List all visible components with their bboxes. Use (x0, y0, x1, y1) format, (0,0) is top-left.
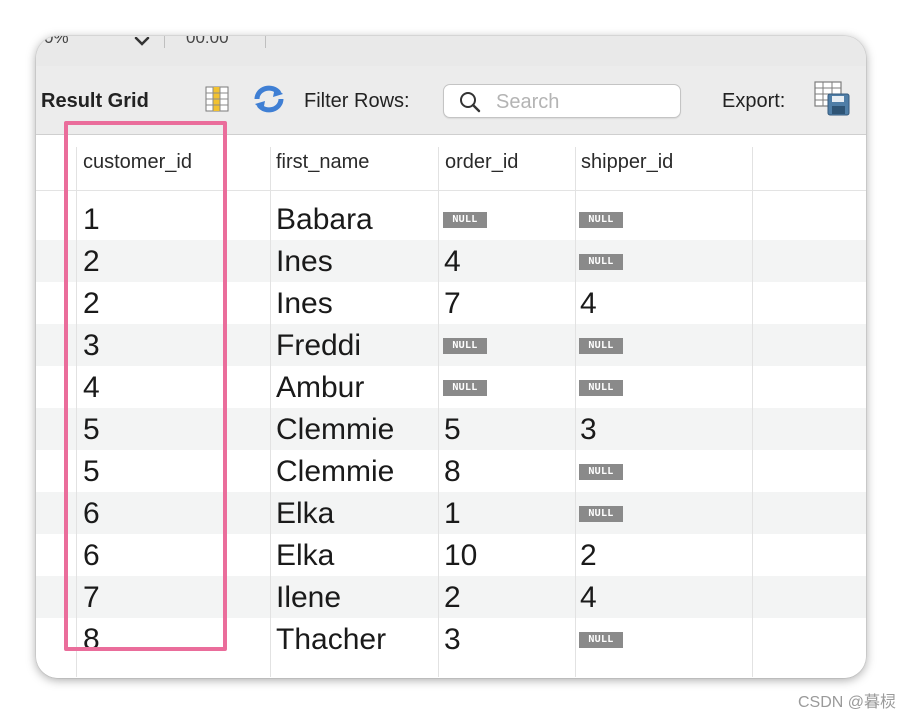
null-badge: NULL (579, 506, 623, 522)
cell-order-id[interactable]: 3 (444, 623, 461, 657)
top-toolbar-strip: 0% 00:00 (36, 36, 866, 66)
null-badge: NULL (579, 212, 623, 228)
column-header-order-id[interactable]: order_id (445, 151, 518, 174)
cell-order-id[interactable]: 1 (444, 497, 461, 531)
search-icon (459, 91, 481, 118)
null-badge: NULL (579, 254, 623, 270)
limit-value: 00:00 (186, 36, 229, 47)
cell-order-id[interactable]: 10 (444, 539, 477, 573)
cell-first-name[interactable]: Ambur (276, 371, 364, 405)
search-placeholder: Search (496, 91, 560, 113)
null-badge: NULL (579, 380, 623, 396)
cell-order-id[interactable]: 5 (444, 413, 461, 447)
null-badge: NULL (443, 338, 487, 354)
column-divider (752, 147, 753, 677)
zoom-percent-value: 0% (44, 36, 69, 47)
cell-order-id[interactable]: 8 (444, 455, 461, 489)
column-header-first-name[interactable]: first_name (276, 151, 369, 174)
watermark: CSDN @暮棂 (798, 694, 897, 711)
null-badge: NULL (579, 338, 623, 354)
cell-first-name[interactable]: Clemmie (276, 413, 394, 447)
cell-first-name[interactable]: Elka (276, 497, 334, 531)
cell-shipper-id[interactable]: 4 (580, 287, 597, 321)
cell-first-name[interactable]: Elka (276, 539, 334, 573)
cell-shipper-id[interactable]: 2 (580, 539, 597, 573)
customer-id-highlight-box (64, 121, 227, 651)
null-badge: NULL (443, 380, 487, 396)
cell-first-name[interactable]: Babara (276, 203, 373, 237)
cell-first-name[interactable]: Clemmie (276, 455, 394, 489)
column-divider (438, 147, 439, 677)
cell-order-id[interactable]: 7 (444, 287, 461, 321)
null-badge: NULL (579, 464, 623, 480)
cell-shipper-id[interactable]: 3 (580, 413, 597, 447)
cell-first-name[interactable]: Freddi (276, 329, 361, 363)
export-label: Export: (722, 90, 786, 112)
column-divider (575, 147, 576, 677)
search-input[interactable]: Search (443, 84, 681, 118)
filter-rows-label: Filter Rows: (304, 90, 410, 112)
export-table-icon[interactable] (814, 81, 852, 122)
cell-first-name[interactable]: Ines (276, 245, 333, 279)
cell-first-name[interactable]: Ines (276, 287, 333, 321)
null-badge: NULL (443, 212, 487, 228)
null-badge: NULL (579, 632, 623, 648)
cell-first-name[interactable]: Thacher (276, 623, 386, 657)
cell-order-id[interactable]: 4 (444, 245, 461, 279)
divider (164, 36, 165, 48)
cell-order-id[interactable]: 2 (444, 581, 461, 615)
result-grid-title: Result Grid (41, 90, 149, 112)
column-header-shipper-id[interactable]: shipper_id (581, 151, 673, 174)
chevron-down-icon[interactable] (134, 36, 150, 52)
refresh-icon[interactable] (252, 84, 286, 119)
column-divider (270, 147, 271, 677)
divider (265, 36, 266, 48)
cell-shipper-id[interactable]: 4 (580, 581, 597, 615)
grid-columns-icon[interactable] (203, 85, 231, 118)
cell-first-name[interactable]: Ilene (276, 581, 341, 615)
